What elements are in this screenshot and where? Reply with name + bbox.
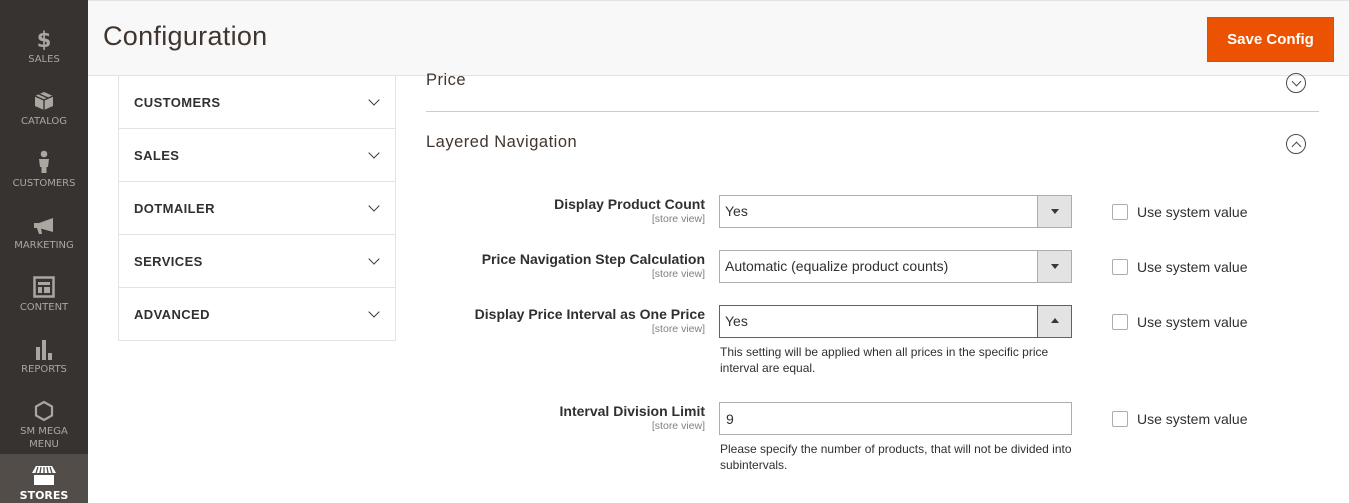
caret-down-icon [1051,209,1059,214]
section-divider [426,111,1319,112]
tab-label: SERVICES [134,253,203,269]
select-value: Yes [725,203,748,219]
nav-label: CATALOG [20,116,68,127]
chevron-down-icon [368,93,380,106]
label-text: Display Product Count [554,196,705,212]
save-config-button[interactable]: Save Config [1207,17,1334,62]
tab-label: CUSTOMERS [134,94,221,110]
label-text: Interval Division Limit [559,403,705,419]
display-price-interval-select[interactable]: Yes [719,305,1072,338]
svg-text:$: $ [37,28,51,50]
admin-sidebar: $ SALES CATALOG CUSTOMERS MARKETING CONT… [0,0,88,503]
nav-label: CUSTOMERS [12,178,76,189]
chevron-down-icon [368,199,380,212]
caret-down-icon [1051,264,1059,269]
field-note: Please specify the number of products, t… [720,442,1072,472]
nav-item-catalog[interactable]: CATALOG [0,86,88,128]
checkbox-label: Use system value [1137,314,1248,330]
checkbox[interactable] [1112,259,1128,275]
tab-dotmailer[interactable]: DOTMAILER [119,182,395,235]
nav-label: REPORTS [21,364,67,375]
use-system-value-price-navigation-step[interactable]: Use system value [1112,259,1247,275]
checkbox-label: Use system value [1137,259,1248,275]
scope-text: [store view] [651,213,705,225]
nav-item-marketing[interactable]: MARKETING [0,210,88,252]
label-text: Price Navigation Step Calculation [481,251,705,267]
select-value: Yes [725,313,748,329]
page-title: Configuration [103,21,268,51]
nav-item-customers[interactable]: CUSTOMERS [0,148,88,190]
nav-item-reports[interactable]: REPORTS [0,334,88,376]
dollar-icon: $ [37,24,51,50]
nav-label: SALES [28,54,60,65]
bar-chart-icon [34,334,54,360]
nav-label: STORES [19,489,69,502]
dropdown-toggle[interactable] [1037,196,1071,227]
scope-text: [store view] [651,323,705,335]
section-title-layered-navigation[interactable]: Layered Navigation [426,133,577,152]
expand-section-icon[interactable] [1286,73,1306,93]
field-note: This setting will be applied when all pr… [720,345,1049,375]
nav-item-sales[interactable]: $ SALES [0,24,88,66]
display-product-count-select[interactable]: Yes [719,195,1072,228]
field-label-interval-division-limit: Interval Division Limit [store view] [560,403,705,432]
scope-text: [store view] [651,420,705,432]
tab-customers[interactable]: CUSTOMERS [119,76,395,129]
tab-label: ADVANCED [134,306,210,322]
chevron-down-icon [368,146,380,159]
storefront-icon [31,464,57,486]
nav-label: CONTENT [19,302,69,313]
nav-label: SM MEGA MENU [20,426,68,450]
checkbox-label: Use system value [1137,411,1248,427]
tab-services[interactable]: SERVICES [119,235,395,288]
chevron-down-icon [368,252,380,265]
megaphone-icon [32,210,56,236]
checkbox-label: Use system value [1137,204,1248,220]
label-text: Display Price Interval as One Price [474,306,705,322]
hexagon-icon [34,396,54,422]
use-system-value-display-price-interval[interactable]: Use system value [1112,314,1247,330]
nav-item-sm-mega-menu[interactable]: SM MEGA MENU [0,396,88,451]
nav-label: MARKETING [14,240,74,251]
person-icon [37,148,51,174]
dropdown-toggle[interactable] [1037,251,1071,282]
field-label-price-navigation-step-calculation: Price Navigation Step Calculation [store… [482,251,705,280]
nav-item-stores[interactable]: STORES [0,454,88,503]
checkbox[interactable] [1112,411,1128,427]
tab-advanced[interactable]: ADVANCED [119,288,395,340]
field-label-display-product-count: Display Product Count [store view] [554,196,705,225]
page-header: Configuration Save Config [88,0,1349,76]
dropdown-toggle[interactable] [1037,306,1071,337]
chevron-down-icon [368,305,380,318]
caret-up-icon [1051,318,1059,323]
box-icon [33,86,55,112]
config-tabs: CUSTOMERS SALES DOTMAILER SERVICES ADVAN… [118,76,396,341]
section-title-price[interactable]: Price [426,71,466,90]
field-label-display-price-interval: Display Price Interval as One Price [sto… [475,306,705,335]
nav-item-content[interactable]: CONTENT [0,272,88,314]
layout-icon [33,272,55,298]
tab-sales[interactable]: SALES [119,129,395,182]
interval-division-limit-input[interactable] [719,402,1072,435]
use-system-value-interval-division-limit[interactable]: Use system value [1112,411,1247,427]
collapse-section-icon[interactable] [1286,134,1306,154]
tab-label: SALES [134,147,180,163]
checkbox[interactable] [1112,314,1128,330]
use-system-value-display-product-count[interactable]: Use system value [1112,204,1247,220]
scope-text: [store view] [651,268,705,280]
checkbox[interactable] [1112,204,1128,220]
tab-label: DOTMAILER [134,200,215,216]
select-value: Automatic (equalize product counts) [725,258,949,274]
price-navigation-step-calculation-select[interactable]: Automatic (equalize product counts) [719,250,1072,283]
